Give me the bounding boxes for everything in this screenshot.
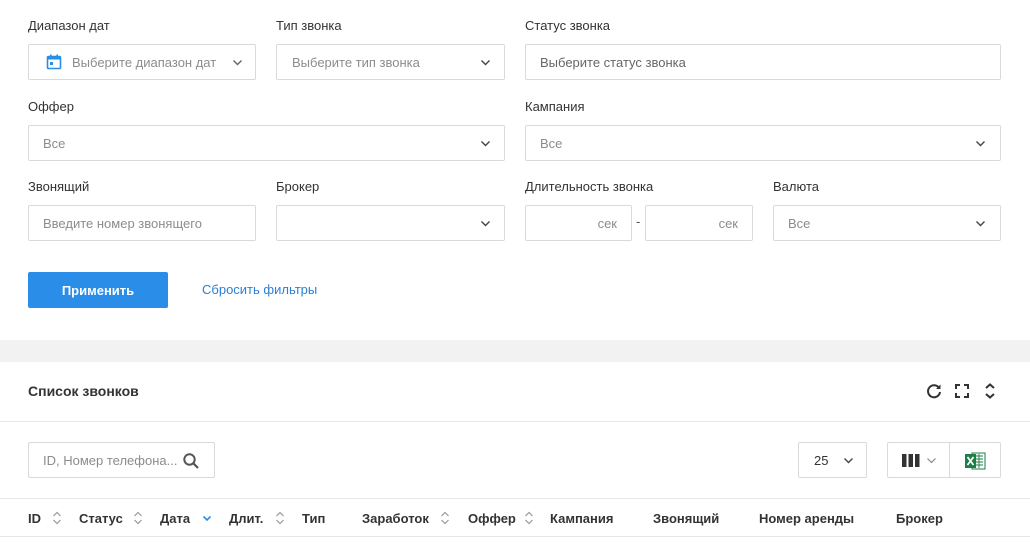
divider	[0, 536, 1030, 537]
export-excel-button[interactable]	[949, 442, 1001, 478]
chevron-down-icon	[926, 455, 937, 466]
duration-to-input[interactable]: сек	[645, 205, 753, 241]
caller-input[interactable]: Введите номер звонящего	[28, 205, 256, 241]
chevron-down-icon	[975, 218, 986, 229]
chevron-down-icon	[975, 138, 986, 149]
columns-button[interactable]	[887, 442, 950, 478]
search-input[interactable]: ID, Номер телефона...	[28, 442, 215, 478]
column-header-type[interactable]: Тип	[302, 511, 325, 526]
filters-panel: Диапазон дат Выберите диапазон дат Тип з…	[0, 0, 1030, 340]
collapse-icon[interactable]	[981, 382, 999, 400]
duration-separator: -	[636, 214, 641, 229]
chevron-down-icon	[843, 455, 854, 466]
calls-list-panel: Список звонков ID, Номер телефона... 25 …	[0, 362, 1030, 551]
offer-value: Все	[43, 136, 66, 151]
caller-placeholder: Введите номер звонящего	[43, 216, 202, 231]
column-header-status[interactable]: Статус	[79, 511, 123, 526]
calendar-icon	[46, 54, 62, 73]
page-size-select[interactable]: 25	[798, 442, 867, 478]
call-status-label: Статус звонка	[525, 18, 611, 33]
search-placeholder: ID, Номер телефона...	[43, 453, 178, 468]
currency-label: Валюта	[773, 179, 819, 194]
duration-from-input[interactable]: сек	[525, 205, 632, 241]
column-header-earnings[interactable]: Заработок	[362, 511, 429, 526]
columns-icon	[902, 454, 920, 470]
sort-icon[interactable]	[275, 510, 285, 526]
call-type-placeholder: Выберите тип звонка	[292, 55, 420, 70]
campaign-value: Все	[540, 136, 563, 151]
column-header-offer[interactable]: Оффер	[468, 511, 516, 526]
divider	[0, 421, 1030, 422]
date-range-placeholder: Выберите диапазон дат	[72, 55, 217, 70]
date-range-picker[interactable]: Выберите диапазон дат	[28, 44, 256, 80]
duration-to-unit: сек	[718, 216, 738, 231]
offer-label: Оффер	[28, 99, 74, 114]
currency-select[interactable]: Все	[773, 205, 1001, 241]
fullscreen-icon[interactable]	[953, 382, 971, 400]
column-header-date[interactable]: Дата	[160, 511, 190, 526]
duration-from-unit: сек	[597, 216, 617, 231]
apply-button[interactable]: Применить	[28, 272, 168, 308]
broker-select[interactable]	[276, 205, 505, 241]
currency-value: Все	[788, 216, 811, 231]
sort-icon[interactable]	[52, 510, 62, 526]
column-header-id[interactable]: ID	[28, 511, 41, 526]
campaign-label: Кампания	[525, 99, 585, 114]
broker-label: Брокер	[276, 179, 320, 194]
refresh-icon[interactable]	[925, 382, 943, 400]
sort-icon[interactable]	[440, 510, 450, 526]
campaign-select[interactable]: Все	[525, 125, 1001, 161]
column-header-duration[interactable]: Длит.	[229, 511, 263, 526]
call-type-label: Тип звонка	[276, 18, 342, 33]
sort-icon[interactable]	[133, 510, 143, 526]
divider	[0, 498, 1030, 499]
chevron-down-icon	[480, 57, 491, 68]
sort-desc-icon[interactable]	[202, 510, 212, 526]
chevron-down-icon	[480, 138, 491, 149]
chevron-down-icon	[232, 57, 243, 68]
reset-filters-link[interactable]: Сбросить фильтры	[202, 282, 317, 297]
column-header-caller[interactable]: Звонящий	[653, 511, 719, 526]
call-status-placeholder: Выберите статус звонка	[540, 55, 686, 70]
column-header-campaign[interactable]: Кампания	[550, 511, 613, 526]
date-range-label: Диапазон дат	[28, 18, 110, 33]
excel-icon	[965, 451, 986, 474]
search-icon	[182, 452, 200, 473]
call-type-select[interactable]: Выберите тип звонка	[276, 44, 505, 80]
calls-list-title: Список звонков	[28, 383, 139, 399]
caller-label: Звонящий	[28, 179, 90, 194]
offer-select[interactable]: Все	[28, 125, 505, 161]
chevron-down-icon	[480, 218, 491, 229]
sort-icon[interactable]	[524, 510, 534, 526]
page-size-value: 25	[814, 453, 829, 468]
duration-label: Длительность звонка	[525, 179, 654, 194]
column-header-broker[interactable]: Брокер	[896, 511, 943, 526]
column-header-rental-number[interactable]: Номер аренды	[759, 511, 854, 526]
call-status-select[interactable]: Выберите статус звонка	[525, 44, 1001, 80]
